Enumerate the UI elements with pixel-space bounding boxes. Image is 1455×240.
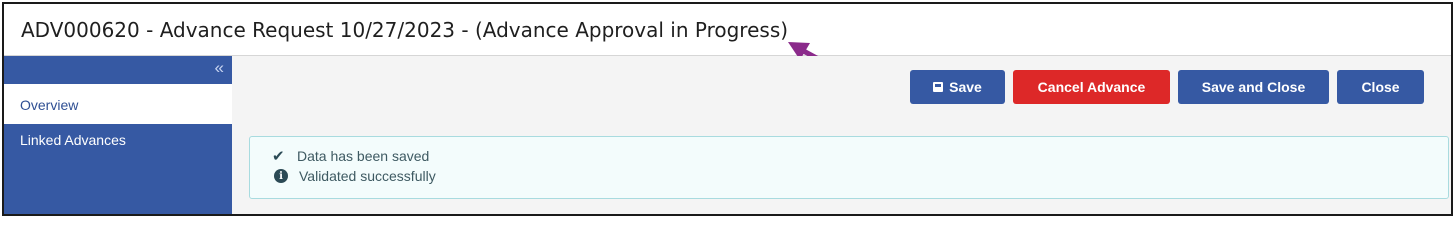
floppy-disk-icon [933, 82, 944, 92]
save-button[interactable]: Save [910, 70, 1005, 104]
main-content: Save Cancel Advance Save and Close Close… [232, 56, 1451, 214]
alert-message-saved: ✔ Data has been saved [272, 147, 429, 165]
alert-message-validated: i Validated successfully [272, 168, 436, 184]
save-and-close-label: Save and Close [1201, 79, 1306, 95]
sidebar-item-overview[interactable]: Overview [4, 84, 232, 124]
sidebar: « Overview Linked Advances [4, 56, 232, 214]
info-circle-icon: i [274, 169, 288, 183]
alert-text: Validated successfully [299, 168, 436, 184]
status-alert: ✔ Data has been saved i Validated succes… [249, 136, 1449, 199]
checkmark-icon: ✔ [272, 148, 285, 165]
sidebar-item-label: Overview [20, 97, 79, 113]
app-window: ADV000620 - Advance Request 10/27/2023 -… [2, 2, 1453, 216]
title-bar: ADV000620 - Advance Request 10/27/2023 -… [4, 4, 1451, 77]
collapse-sidebar-icon[interactable]: « [215, 59, 224, 77]
save-button-label: Save [949, 79, 982, 95]
cancel-advance-label: Cancel Advance [1037, 79, 1146, 95]
sidebar-item-linked-advances[interactable]: Linked Advances [4, 132, 232, 158]
page-title: ADV000620 - Advance Request 10/27/2023 -… [21, 18, 789, 42]
sidebar-item-label: Linked Advances [20, 132, 126, 148]
close-button-label: Close [1361, 79, 1400, 95]
cancel-advance-button[interactable]: Cancel Advance [1013, 70, 1170, 104]
save-and-close-button[interactable]: Save and Close [1178, 70, 1329, 104]
alert-text: Data has been saved [297, 148, 430, 164]
close-button[interactable]: Close [1337, 70, 1424, 104]
